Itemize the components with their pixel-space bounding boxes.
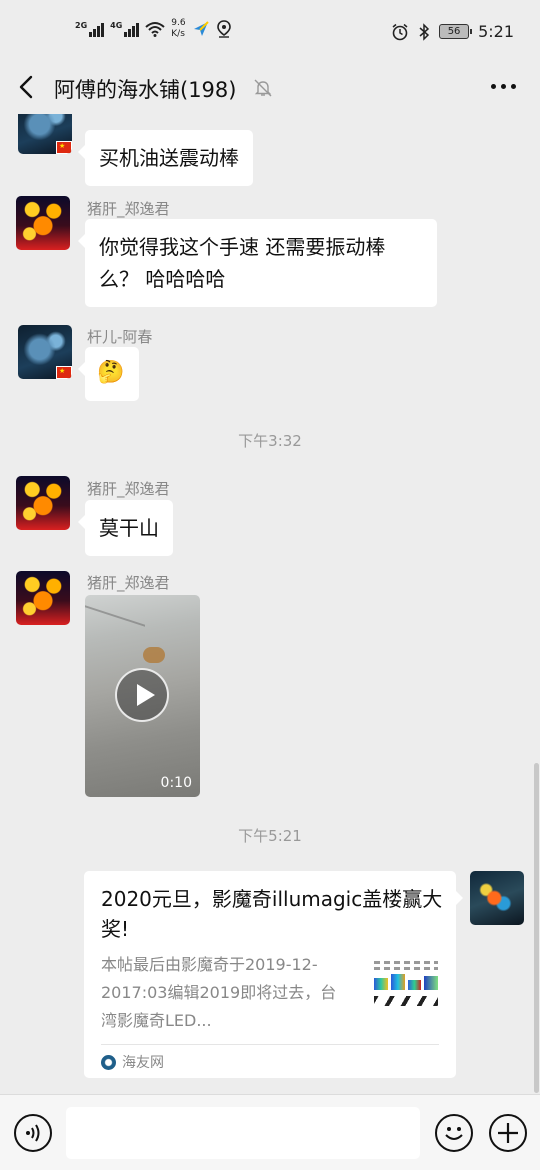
smiley-icon — [445, 1127, 463, 1140]
plus-glyph-icon — [498, 1123, 518, 1143]
bluetooth-icon — [419, 22, 430, 41]
chat-message-list[interactable]: 买机油送震动棒 猪肝_郑逸君 你觉得我这个手速 还需要振动棒么？ 哈哈哈哈 杆儿… — [0, 114, 540, 1094]
video-frame-detail — [85, 605, 145, 675]
sender-name: 猪肝_郑逸君 — [87, 200, 170, 218]
link-card[interactable]: 2020元旦，影魔奇illumagic盖楼赢大奖! 本帖最后由影魔奇于2019-… — [84, 871, 463, 1078]
net-speed-value: 9.6 — [171, 18, 186, 28]
wifi-icon — [145, 22, 165, 37]
network-type-2: 4G — [110, 21, 123, 30]
message-bubble[interactable]: 买机油送震动棒 — [78, 130, 253, 186]
back-chevron-icon[interactable] — [14, 74, 40, 100]
avatar[interactable] — [16, 196, 70, 250]
message-input[interactable] — [66, 1107, 420, 1159]
video-duration: 0:10 — [160, 775, 192, 791]
avatar[interactable] — [16, 571, 70, 625]
net-speed-unit: K/s — [171, 29, 185, 39]
alarm-icon — [392, 23, 408, 40]
link-card-desc: 本帖最后由影魔奇于2019-12-2017:03编辑2019即将过去，台湾影魔奇… — [101, 955, 337, 1030]
timestamp: 下午5:21 — [238, 827, 302, 845]
input-bar — [0, 1094, 540, 1170]
sender-name: 猪肝_郑逸君 — [87, 480, 170, 498]
status-time: 5:21 — [478, 22, 514, 41]
my-avatar[interactable] — [470, 871, 524, 925]
status-bar: 2G 4G 9.6 K/s 56 5:21 — [0, 0, 540, 62]
source-logo-icon — [101, 1054, 116, 1070]
video-message[interactable]: 0:10 — [85, 595, 200, 797]
network-type-1: 2G — [75, 21, 88, 30]
status-right: 56 5:21 — [391, 22, 514, 41]
avatar[interactable] — [18, 114, 72, 154]
video-frame-detail — [143, 647, 165, 663]
scrollbar[interactable] — [534, 763, 539, 1093]
battery-level: 56 — [447, 26, 461, 37]
mute-bell-icon — [254, 79, 272, 97]
battery-icon: 56 — [439, 24, 473, 39]
voice-waves-icon — [26, 1124, 40, 1142]
avatar[interactable] — [18, 325, 72, 379]
voice-input-icon[interactable] — [14, 1114, 52, 1152]
china-flag-icon — [56, 141, 72, 154]
plus-icon[interactable] — [489, 1114, 527, 1152]
message-bubble[interactable]: 你觉得我这个手速 还需要振动棒么？ 哈哈哈哈 — [78, 219, 437, 307]
play-icon[interactable] — [115, 668, 169, 722]
signal-icon: 4G — [110, 21, 140, 37]
link-card-thumbnail — [372, 958, 440, 1026]
message-bubble[interactable]: 莫干山 — [78, 500, 173, 556]
link-card-source-name: 海友网 — [122, 1055, 164, 1071]
avatar[interactable] — [16, 476, 70, 530]
chat-header: 阿傅的海水铺(198) — [0, 62, 540, 114]
status-left: 2G 4G 9.6 K/s — [75, 18, 232, 40]
link-card-source: 海友网 — [101, 1052, 164, 1072]
sender-name: 猪肝_郑逸君 — [87, 574, 170, 592]
link-card-title: 2020元旦，影魔奇illumagic盖楼赢大奖! — [101, 887, 443, 941]
signal-icon: 2G — [75, 21, 105, 37]
emoji-icon[interactable] — [435, 1114, 473, 1152]
net-speed: 9.6 K/s — [171, 18, 185, 40]
more-dots-icon[interactable] — [491, 84, 516, 89]
divider — [101, 1044, 439, 1045]
location-icon — [216, 20, 231, 38]
china-flag-icon — [56, 366, 72, 379]
navigation-app-icon — [193, 21, 209, 36]
timestamp: 下午3:32 — [238, 432, 302, 450]
emoji-bubble[interactable]: 🤔 — [78, 347, 139, 401]
sender-name: 杆儿-阿春 — [87, 328, 153, 346]
chat-title: 阿傅的海水铺(198) — [54, 78, 237, 102]
